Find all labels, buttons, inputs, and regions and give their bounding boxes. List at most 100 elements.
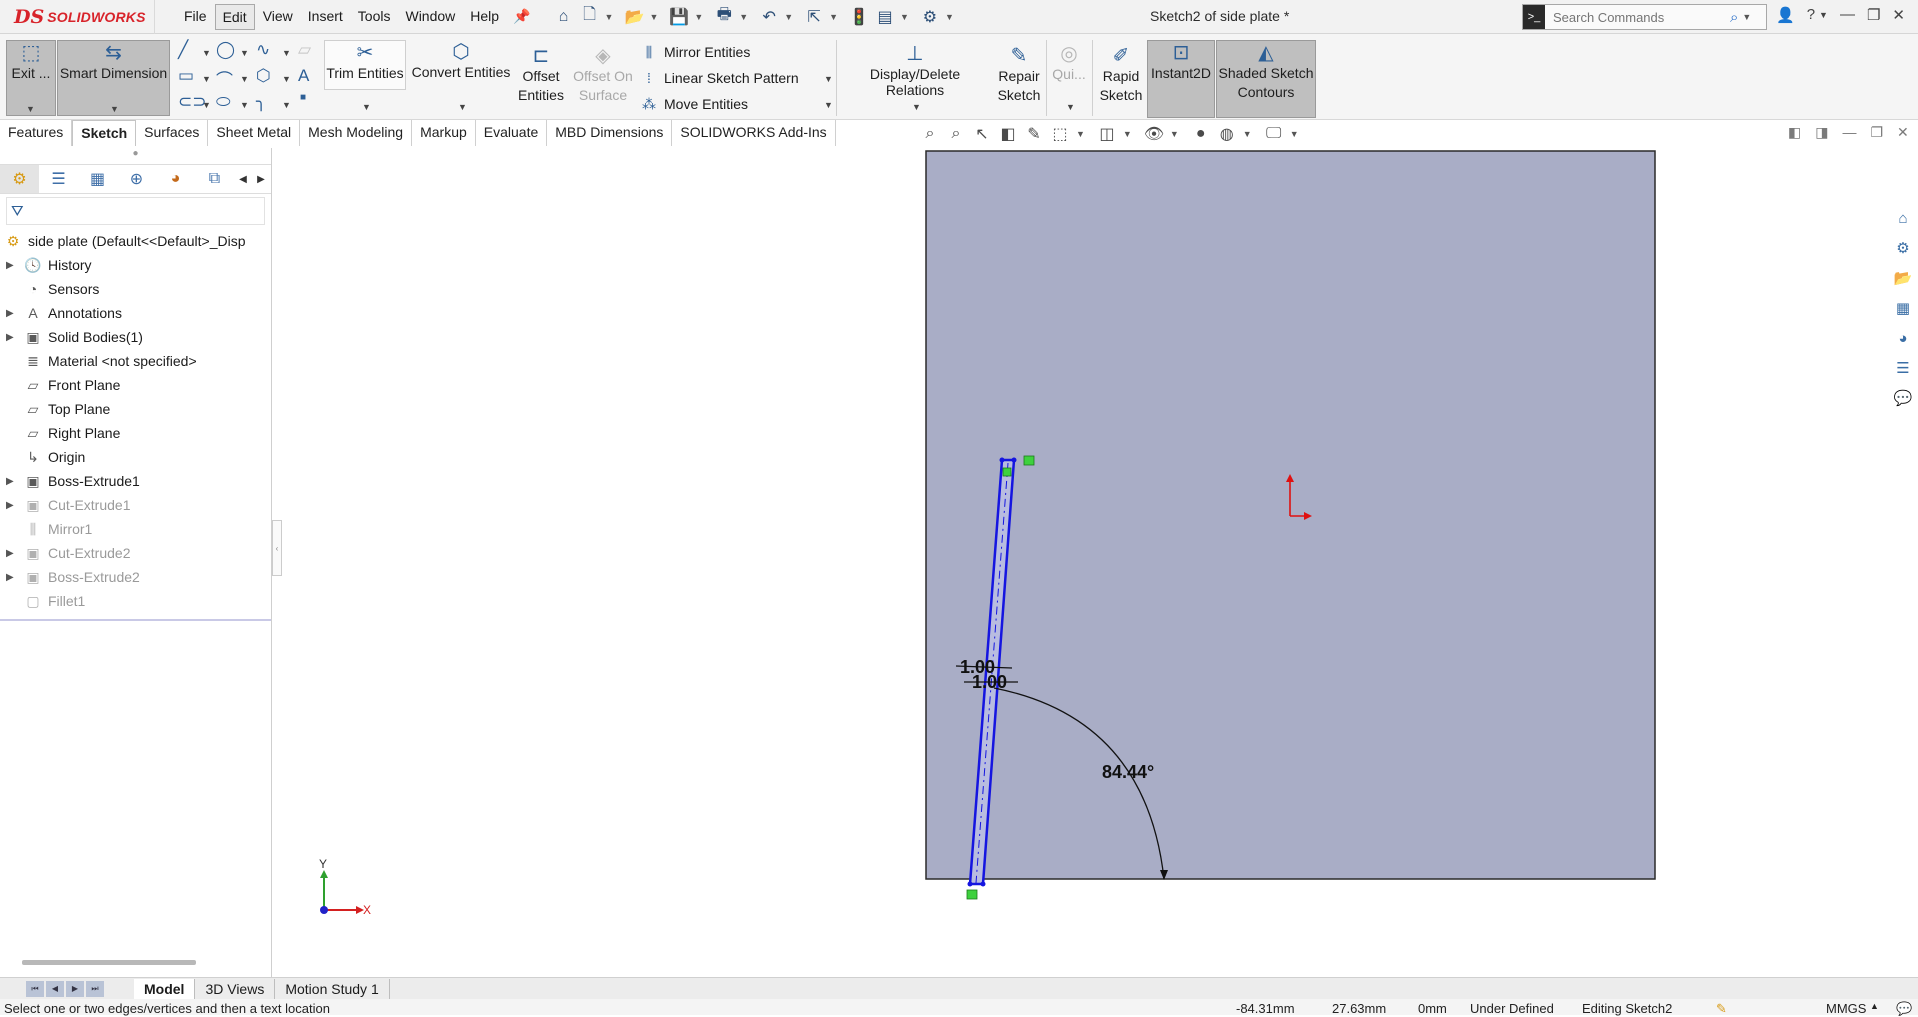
shaded-sketch-contours-button[interactable]: ◭ Shaded Sketch Contours <box>1216 40 1316 118</box>
print-dropdown-icon[interactable]: ▼ <box>739 12 748 22</box>
tab-solidworks-add-ins[interactable]: SOLIDWORKS Add-Ins <box>672 120 836 146</box>
text-icon[interactable]: A <box>298 66 309 86</box>
expand-arrow-icon[interactable]: ▶ <box>6 500 18 511</box>
dimxpert-manager-tab-icon[interactable]: ⊕ <box>117 165 156 193</box>
menu-insert[interactable]: Insert <box>301 4 350 30</box>
property-manager-tab-icon[interactable]: ☰ <box>39 165 78 193</box>
new-document-icon[interactable]: 🗋 <box>579 6 601 28</box>
display-style-dropdown-icon[interactable]: ▼ <box>1123 129 1132 139</box>
task-pane-home-icon[interactable]: ⌂ <box>1890 204 1916 232</box>
expand-arrow-icon[interactable]: ▶ <box>6 548 18 559</box>
tab-3d-views[interactable]: 3D Views <box>195 978 276 999</box>
ellipse-dropdown-icon[interactable]: ▼ <box>240 100 249 110</box>
options-dropdown-icon[interactable]: ▼ <box>945 12 954 22</box>
quick-snaps-button[interactable]: ◎ Qui... <box>1050 42 1088 92</box>
restore-icon[interactable]: ❐ <box>1867 6 1880 24</box>
first-tab-icon[interactable]: ⏮ <box>26 980 44 997</box>
move-entities-button[interactable]: ⁂ Move Entities <box>642 92 748 116</box>
line-icon[interactable]: ╱ <box>178 40 188 60</box>
point-icon[interactable]: ■ <box>300 92 306 103</box>
tree-item-material-not-specified[interactable]: ≣ Material <not specified> <box>0 349 271 373</box>
view-orientation-icon[interactable]: ⬚ <box>1050 124 1070 144</box>
hide-show-items-icon[interactable]: 👁 <box>1144 124 1164 144</box>
arc-icon[interactable]: ⌒ <box>216 66 233 91</box>
tree-item-top-plane[interactable]: ▱ Top Plane <box>0 397 271 421</box>
viewport-close-icon[interactable]: ✕ <box>1897 124 1909 141</box>
tab-evaluate[interactable]: Evaluate <box>476 120 548 146</box>
mirror-entities-button[interactable]: ⫼ Mirror Entities <box>642 40 751 64</box>
view-orientation-dropdown-icon[interactable]: ▼ <box>1076 129 1085 139</box>
pin-menu-icon[interactable]: 📌 <box>513 8 530 25</box>
repair-sketch-button[interactable]: ✎ Repair Sketch <box>994 44 1044 118</box>
feature-tree-tab-icon[interactable]: ⚙ <box>0 165 39 193</box>
tab-sheet-metal[interactable]: Sheet Metal <box>208 120 301 146</box>
rapid-sketch-button[interactable]: ✐ Rapid Sketch <box>1096 44 1146 118</box>
angle-dimension[interactable]: 84.44° <box>1102 762 1154 782</box>
menu-view[interactable]: View <box>256 4 300 30</box>
tree-item-solid-bodies-1[interactable]: ▶ ▣ Solid Bodies(1) <box>0 325 271 349</box>
expand-arrow-icon[interactable]: ▶ <box>6 572 18 583</box>
tree-item-origin[interactable]: ↳ Origin <box>0 445 271 469</box>
save-icon[interactable]: 💾 <box>668 6 690 28</box>
ellipse-icon[interactable]: ⬭ <box>216 92 231 112</box>
tab-markup[interactable]: Markup <box>412 120 476 146</box>
relation-marker-top-vertex[interactable] <box>1002 467 1012 477</box>
view-settings-icon[interactable]: 🖵 <box>1264 125 1284 143</box>
relation-marker-bottom[interactable] <box>966 889 978 900</box>
task-pane-resources-icon[interactable]: ⚙ <box>1890 234 1916 262</box>
tree-item-cut-extrude1[interactable]: ▶ ▣ Cut-Extrude1 <box>0 493 271 517</box>
display-delete-relations-button[interactable]: ⊥ Display/Delete Relations <box>840 42 990 98</box>
sketch-canvas[interactable]: 1.00 1.00 84.44° Y X <box>284 148 1886 977</box>
exit-sketch-dropdown-icon[interactable]: ▼ <box>26 104 35 114</box>
tree-root[interactable]: ⚙ side plate (Default<<Default>_Disp <box>0 229 271 253</box>
tab-surfaces[interactable]: Surfaces <box>136 120 209 146</box>
expand-arrow-icon[interactable]: ▶ <box>6 260 18 271</box>
menu-tools[interactable]: Tools <box>351 4 398 30</box>
fillet-sketch-icon[interactable]: ╮ <box>256 92 266 112</box>
search-input[interactable] <box>1545 9 1730 25</box>
relations-dropdown-icon[interactable]: ▼ <box>912 102 921 112</box>
tree-item-fillet1[interactable]: ▢ Fillet1 <box>0 589 271 613</box>
open-icon[interactable]: 📂 <box>623 6 645 28</box>
tree-item-annotations[interactable]: ▶ A Annotations <box>0 301 271 325</box>
offset-entities-button[interactable]: ⊏ Offset Entities <box>516 44 566 118</box>
offset-on-surface-button[interactable]: ◈ Offset On Surface <box>570 44 636 118</box>
apply-scene-icon[interactable]: ◍ <box>1217 124 1237 144</box>
zoom-to-area-icon[interactable]: ⌕ <box>946 125 966 143</box>
open-dropdown-icon[interactable]: ▼ <box>649 12 658 22</box>
help-icon[interactable]: ? <box>1807 6 1815 24</box>
polygon-dropdown-icon[interactable]: ▼ <box>282 74 291 84</box>
apply-scene-dropdown-icon[interactable]: ▼ <box>1243 129 1252 139</box>
arc-dropdown-icon[interactable]: ▼ <box>240 74 249 84</box>
rollback-bar[interactable] <box>0 619 271 621</box>
view-settings-dropdown-icon[interactable]: ▼ <box>1290 129 1299 139</box>
save-dropdown-icon[interactable]: ▼ <box>694 12 703 22</box>
menu-file[interactable]: File <box>177 4 214 30</box>
viewport-restore-icon[interactable]: ❐ <box>1870 124 1883 141</box>
help-dropdown-icon[interactable]: ▼ <box>1819 10 1828 24</box>
task-pane-design-library-icon[interactable]: 📂 <box>1890 264 1916 292</box>
tabs-scroll-right-icon[interactable]: ▶ <box>252 174 270 185</box>
tree-item-history[interactable]: ▶ 🕓 History <box>0 253 271 277</box>
display-manager-tab-icon[interactable]: ◕ <box>156 165 195 193</box>
select-arrow-icon[interactable]: ⇱ <box>803 6 825 28</box>
viewport-tile-left-icon[interactable]: ◧ <box>1788 124 1801 141</box>
line-dropdown-icon[interactable]: ▼ <box>202 48 211 58</box>
panel-grip[interactable]: ● <box>0 148 271 164</box>
tab-motion-study-1[interactable]: Motion Study 1 <box>275 978 390 999</box>
rectangle-dropdown-icon[interactable]: ▼ <box>202 74 211 84</box>
tree-item-cut-extrude2[interactable]: ▶ ▣ Cut-Extrude2 <box>0 541 271 565</box>
search-dropdown-icon[interactable]: ▼ <box>1742 12 1751 22</box>
solidworks-logo[interactable]: DS SOLIDWORKS <box>0 0 155 34</box>
tree-item-boss-extrude1[interactable]: ▶ ▣ Boss-Extrude1 <box>0 469 271 493</box>
print-icon[interactable]: 🖶 <box>713 6 735 28</box>
sketch-vertex[interactable] <box>999 457 1005 463</box>
user-account-icon[interactable]: 👤 <box>1776 6 1795 24</box>
slot-dropdown-icon[interactable]: ▼ <box>202 100 211 110</box>
pattern-dropdown-icon[interactable]: ▼ <box>824 74 833 84</box>
search-icon[interactable]: ⌕ <box>1730 9 1738 26</box>
previous-tab-icon[interactable]: ◀ <box>46 980 64 997</box>
tree-filter[interactable]: ⛛ <box>6 197 265 225</box>
tree-item-mirror1[interactable]: ⫼ Mirror1 <box>0 517 271 541</box>
sketch-vertex[interactable] <box>1011 457 1017 463</box>
